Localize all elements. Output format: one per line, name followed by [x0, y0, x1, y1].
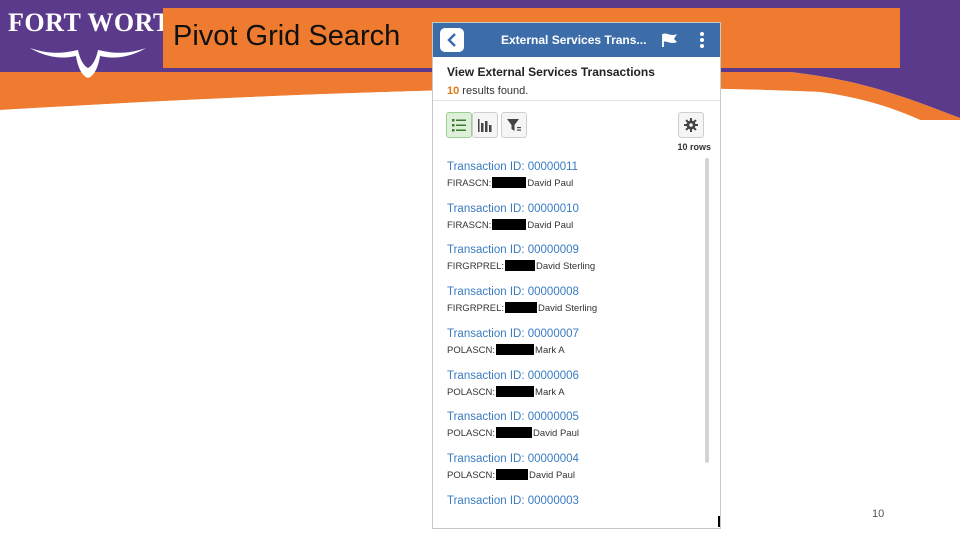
transaction-id-link[interactable]: Transaction ID: 00000006 — [447, 370, 579, 382]
row-count: 10 rows — [677, 142, 711, 152]
redacted-block — [496, 427, 533, 439]
results-count: 10 — [447, 85, 460, 97]
transaction-code: POLASCN: — [447, 344, 496, 356]
transaction-item[interactable]: Transaction ID: 00000006 POLASCN: Mark A — [447, 364, 709, 404]
fort-worth-logo: FORT WORTH — [8, 8, 191, 78]
gear-icon — [684, 118, 698, 132]
slide-number: 10 — [872, 508, 885, 520]
filter-icon — [507, 119, 521, 131]
transaction-name: David Paul — [527, 219, 574, 231]
transaction-item[interactable]: Transaction ID: 00000010 FIRASCN: David Pa… — [447, 197, 709, 237]
transaction-detail: POLASCN: David Paul — [447, 468, 575, 481]
transaction-id-link[interactable]: Transaction ID: 00000003 — [447, 495, 579, 507]
transaction-id-link[interactable]: Transaction ID: 00000010 — [447, 203, 579, 215]
transaction-code: FIRGRPREL: — [447, 261, 505, 273]
filter-button[interactable] — [501, 112, 527, 138]
results-text: results found. — [459, 85, 529, 97]
transaction-code: FIRASCN: — [447, 178, 492, 189]
redacted-block — [505, 302, 538, 314]
longhorn-icon — [30, 48, 146, 78]
transaction-code: FIRASCN: — [447, 219, 492, 231]
transaction-item[interactable]: Transaction ID: 00000004 POLASCN: David Pa… — [447, 447, 709, 487]
redacted-block — [492, 177, 527, 188]
settings-button[interactable] — [678, 112, 704, 138]
transaction-item[interactable]: Transaction ID: 00000008 FIRGRPREL: David … — [447, 280, 709, 320]
results-summary: 10 results found. — [447, 85, 528, 97]
more-options-icon[interactable] — [699, 31, 705, 49]
transaction-detail: FIRASCN: David Paul — [447, 218, 574, 231]
chart-view-button[interactable] — [472, 112, 498, 138]
divider-mark — [718, 516, 720, 527]
transaction-detail: POLASCN: Mark A — [447, 343, 565, 356]
transaction-id-link[interactable]: Transaction ID: 00000004 — [447, 453, 579, 465]
transaction-code: POLASCN: — [447, 428, 496, 440]
transaction-code: FIRGRPREL: — [447, 303, 505, 315]
transaction-detail: POLASCN: Mark A — [447, 385, 565, 398]
transaction-id-link[interactable]: Transaction ID: 00000009 — [447, 244, 579, 256]
transaction-name: David Sterling — [536, 261, 596, 273]
transaction-name: David Sterling — [538, 303, 598, 315]
transaction-code: POLASCN: — [447, 386, 496, 398]
transaction-detail: POLASCN: David Paul — [447, 427, 579, 439]
transaction-name: Mark A — [535, 344, 565, 356]
transaction-name: Mark A — [535, 386, 565, 398]
chart-view-icon — [478, 119, 492, 132]
flag-icon[interactable] — [661, 32, 679, 48]
transaction-item[interactable]: Transaction ID: 00000011 FIRASCN: David Pa… — [447, 155, 709, 195]
transaction-id-link[interactable]: Transaction ID: 00000005 — [447, 411, 579, 423]
page-heading: View External Services Transactions — [447, 65, 655, 79]
transaction-detail: FIRASCN: David Paul — [447, 177, 573, 189]
mobile-app-screenshot: External Services Trans... View External… — [432, 22, 721, 529]
back-icon — [447, 33, 456, 47]
back-button[interactable] — [440, 28, 464, 52]
transaction-item[interactable]: Transaction ID: 00000003 — [447, 489, 709, 528]
list-view-button[interactable] — [446, 112, 472, 138]
transaction-code: POLASCN: — [447, 469, 496, 481]
transaction-name: David Paul — [529, 469, 575, 481]
transaction-item[interactable]: Transaction ID: 00000005 POLASCN: David Pa… — [447, 405, 709, 445]
redacted-block — [496, 385, 535, 397]
transaction-id-link[interactable]: Transaction ID: 00000007 — [447, 328, 579, 340]
transaction-detail: FIRGRPREL: David Sterling — [447, 302, 597, 314]
redacted-block — [496, 343, 535, 355]
list-view-icon — [452, 119, 466, 132]
redacted-block — [496, 468, 529, 480]
transaction-item[interactable]: Transaction ID: 00000007 POLASCN: Mark A — [447, 322, 709, 362]
transaction-item[interactable]: Transaction ID: 00000009 FIRGRPREL: David … — [447, 238, 709, 278]
app-header-bar: External Services Trans... — [433, 23, 720, 57]
scrollbar[interactable] — [705, 158, 709, 463]
app-header-title: External Services Trans... — [501, 33, 647, 47]
transaction-detail: FIRGRPREL: David Sterling — [447, 260, 595, 272]
redacted-block — [492, 218, 527, 230]
redacted-block — [505, 260, 536, 272]
divider — [433, 100, 720, 101]
transaction-name: David Paul — [533, 428, 579, 440]
transaction-id-link[interactable]: Transaction ID: 00000008 — [447, 286, 579, 298]
transaction-id-link[interactable]: Transaction ID: 00000011 — [447, 161, 578, 173]
slide-title: Pivot Grid Search — [173, 20, 401, 52]
transaction-name: David Paul — [527, 178, 574, 189]
